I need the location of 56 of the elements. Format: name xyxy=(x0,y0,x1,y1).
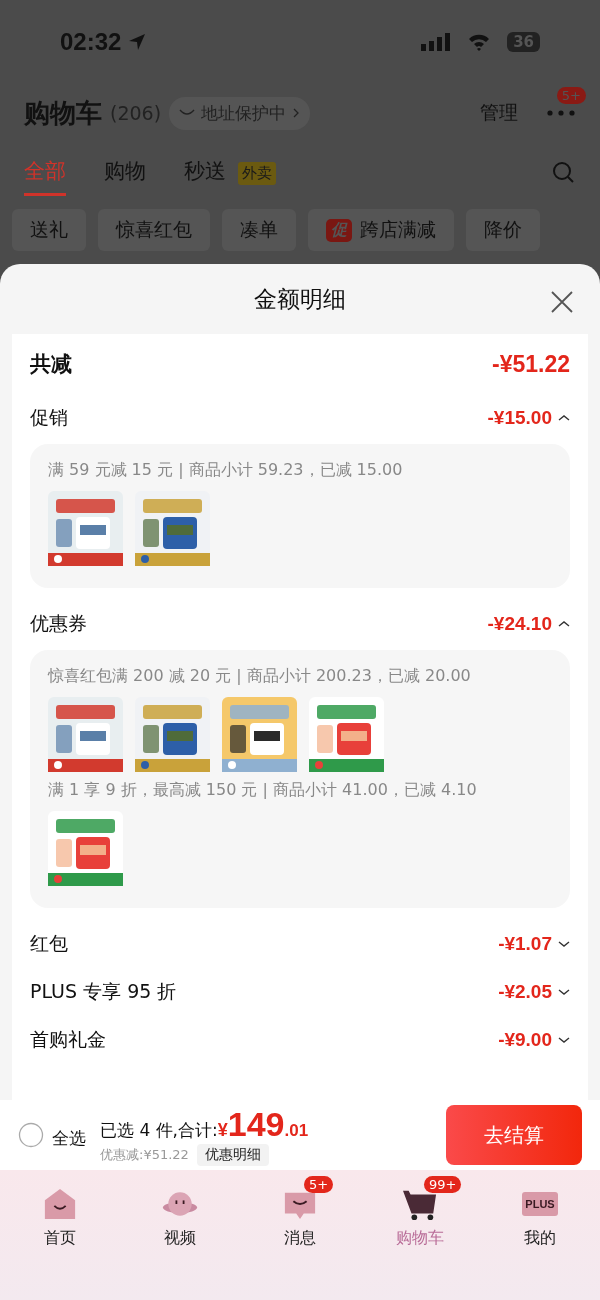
category-tab[interactable]: 全部 xyxy=(24,150,66,196)
delivery-tag: 外卖 xyxy=(238,161,276,185)
plus-icon: PLUS xyxy=(522,1192,558,1216)
signal-icon xyxy=(421,32,452,52)
location-arrow-icon xyxy=(127,32,148,52)
caret-down-icon[interactable] xyxy=(558,988,570,996)
home-icon xyxy=(42,1187,78,1221)
checkout-button[interactable]: 去结算 xyxy=(446,1105,582,1165)
filter-chip[interactable]: 降价 xyxy=(466,209,540,251)
notification-badge: 99+ xyxy=(424,1176,462,1193)
discount-detail-button[interactable]: 优惠明细 xyxy=(196,1143,269,1166)
discount-label: 红包 xyxy=(30,931,69,956)
promo-tag: 促 xyxy=(326,218,352,242)
manage-button[interactable]: 管理 xyxy=(480,100,518,126)
discount-label: 优惠券 xyxy=(30,611,88,636)
discount-amount: -¥2.05 xyxy=(498,981,552,1003)
caret-up-icon[interactable] xyxy=(558,414,570,422)
close-icon[interactable] xyxy=(550,290,574,314)
discount-total: 优惠减:¥51.22 xyxy=(100,1145,189,1164)
discount-amount: -¥15.00 xyxy=(487,407,552,429)
discount-label: 促销 xyxy=(30,405,69,430)
nav-tab[interactable]: PLUS 我的 xyxy=(495,1172,585,1252)
filter-chip[interactable]: 凑单 xyxy=(222,209,296,251)
discount-amount: -¥9.00 xyxy=(498,1029,552,1051)
total-amount: -¥51.22 xyxy=(492,350,570,378)
sheet-title: 金额明细 xyxy=(254,284,346,314)
caret-down-icon[interactable] xyxy=(558,940,570,948)
filter-chip[interactable]: 送礼 xyxy=(12,209,86,251)
discount-rule: 惊喜红包满 200 减 20 元 | 商品小计 200.23，已减 20.00 xyxy=(48,666,472,687)
discount-rule: 满 59 元减 15 元 | 商品小计 59.23，已减 15.00 xyxy=(48,460,404,481)
filter-chip[interactable]: 促 跨店满减 xyxy=(308,209,454,251)
category-tab[interactable]: 购物 xyxy=(104,150,146,196)
status-time: 02:32 xyxy=(60,28,122,56)
discount-label: PLUS 专享 95 折 xyxy=(30,979,178,1004)
discount-label: 首购礼金 xyxy=(30,1027,107,1052)
discount-rule: 满 1 享 9 折，最高减 150 元 | 商品小计 41.00，已减 4.10 xyxy=(48,780,478,801)
total-price: ¥149.01 xyxy=(217,1104,309,1144)
select-all-checkbox[interactable] xyxy=(18,1122,44,1148)
page-title: 购物车 xyxy=(24,96,102,130)
notification-badge: 5+ xyxy=(556,87,586,104)
nav-tab[interactable]: 99+ 购物车 xyxy=(375,1172,465,1252)
discount-amount: -¥1.07 xyxy=(498,933,552,955)
nav-tab[interactable]: 5+ 消息 xyxy=(255,1172,345,1252)
nav-tab[interactable]: 视频 xyxy=(135,1172,225,1252)
caret-up-icon[interactable] xyxy=(558,620,570,628)
caret-down-icon[interactable] xyxy=(558,1036,570,1044)
select-all-label: 全选 xyxy=(52,1126,86,1150)
wifi-icon xyxy=(467,33,492,51)
notification-badge: 5+ xyxy=(304,1176,334,1193)
category-tab[interactable]: 秒送 xyxy=(184,150,226,196)
filter-chip[interactable]: 惊喜红包 xyxy=(98,209,210,251)
selected-summary: 已选 4 件,合计: xyxy=(100,1118,218,1142)
total-label: 共减 xyxy=(30,351,73,378)
nav-tab[interactable]: 首页 xyxy=(15,1172,105,1252)
chevron-right-icon xyxy=(292,107,301,119)
discount-amount: -¥24.10 xyxy=(487,613,552,635)
